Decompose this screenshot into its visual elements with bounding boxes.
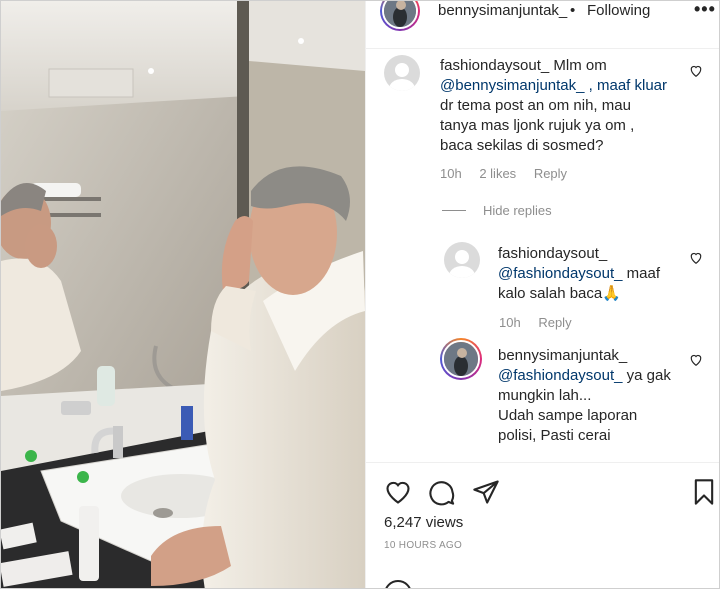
- reply-avatar[interactable]: [444, 242, 480, 278]
- like-reply-heart-icon[interactable]: [689, 251, 703, 265]
- comment-line-3: dr tema post an om nih, mau: [440, 97, 631, 114]
- comments-list[interactable]: fashiondaysout_ Mlm om @bennysimanjuntak…: [366, 49, 719, 462]
- bookmark-icon[interactable]: [690, 478, 718, 506]
- reply-author-avatar[interactable]: [440, 338, 482, 380]
- post-side-panel: bennysimanjuntak_ • Following ••• fashio…: [365, 1, 719, 588]
- comment-mention[interactable]: @bennysimanjuntak_ , maaf kluar: [440, 77, 667, 94]
- comment-time: 10h: [440, 166, 462, 181]
- more-options-icon[interactable]: •••: [694, 1, 716, 20]
- emoji-icon[interactable]: [384, 580, 412, 588]
- reply-2-username[interactable]: bennysimanjuntak_: [498, 346, 688, 366]
- comment-likes[interactable]: 2 likes: [479, 166, 516, 181]
- paper-plane-icon[interactable]: [472, 478, 500, 506]
- like-comment-heart-icon[interactable]: [689, 64, 703, 78]
- comment-line-4: tanya mas ljonk rujuk ya om ,: [440, 117, 635, 134]
- reply-body: fashiondaysout_ @fashiondaysout_ maaf ka…: [498, 244, 688, 304]
- reply-reply-button[interactable]: Reply: [538, 315, 571, 330]
- reply-2-mention[interactable]: @fashiondaysout_: [498, 367, 622, 384]
- comment-username[interactable]: fashiondaysout_: [440, 57, 549, 74]
- comment-body: fashiondaysout_ Mlm om @bennysimanjuntak…: [440, 56, 680, 156]
- comment-reply-button[interactable]: Reply: [534, 166, 567, 181]
- comment-bubble-icon[interactable]: [428, 478, 456, 506]
- reply-username[interactable]: fashiondaysout_: [498, 244, 688, 264]
- comment-line-1: fashiondaysout_ Mlm om: [440, 56, 680, 76]
- reply-2-line-5: polisi, Pasti cerai: [498, 427, 611, 444]
- author-avatar-image: [384, 1, 416, 27]
- reply-time: 10h: [499, 315, 521, 330]
- reply-2-line-4: Udah sampe laporan: [498, 407, 638, 424]
- comment-line-2: @bennysimanjuntak_ , maaf kluar: [440, 76, 680, 96]
- following-button[interactable]: Following: [587, 2, 650, 19]
- reply-2-body: bennysimanjuntak_ @fashiondaysout_ ya ga…: [498, 346, 688, 446]
- reply-2-text: ya gak: [622, 367, 671, 384]
- header-separator: •: [570, 2, 576, 19]
- hide-replies-label[interactable]: Hide replies: [483, 203, 552, 218]
- like-heart-icon[interactable]: [384, 478, 412, 506]
- reply-author-avatar-image: [444, 342, 478, 376]
- hide-replies-button[interactable]: Hide replies: [442, 203, 552, 218]
- reply-2-line-2: @fashiondaysout_ ya gak: [498, 366, 688, 386]
- post-header: bennysimanjuntak_ • Following •••: [366, 1, 719, 49]
- commenter-avatar[interactable]: [384, 55, 420, 91]
- reply-line-2: @fashiondaysout_ maaf: [498, 264, 688, 284]
- comment-line-5: baca sekilas di sosmed?: [440, 137, 604, 154]
- reply-mention[interactable]: @fashiondaysout_: [498, 265, 622, 282]
- reply-2-line-3: mungkin lah...: [498, 387, 592, 404]
- post-time-ago: 10 HOURS AGO: [384, 540, 463, 551]
- post-actions: 6,247 views 10 HOURS AGO: [366, 462, 719, 588]
- author-username[interactable]: bennysimanjuntak_: [438, 2, 567, 19]
- like-reply-2-heart-icon[interactable]: [689, 353, 703, 367]
- bathroom-photo-illustration: [1, 1, 365, 588]
- comment-text-1: Mlm om: [553, 57, 607, 74]
- view-count[interactable]: 6,247 views: [384, 514, 463, 531]
- instagram-post-window: bennysimanjuntak_ • Following ••• fashio…: [0, 0, 720, 589]
- comment-meta: 10h 2 likes Reply: [440, 166, 581, 181]
- author-avatar[interactable]: [380, 1, 420, 31]
- reply-text: maaf: [622, 265, 660, 282]
- reply-line-3: kalo salah baca🙏: [498, 285, 621, 302]
- post-photo[interactable]: [1, 1, 365, 588]
- reply-meta: 10h Reply: [499, 315, 586, 330]
